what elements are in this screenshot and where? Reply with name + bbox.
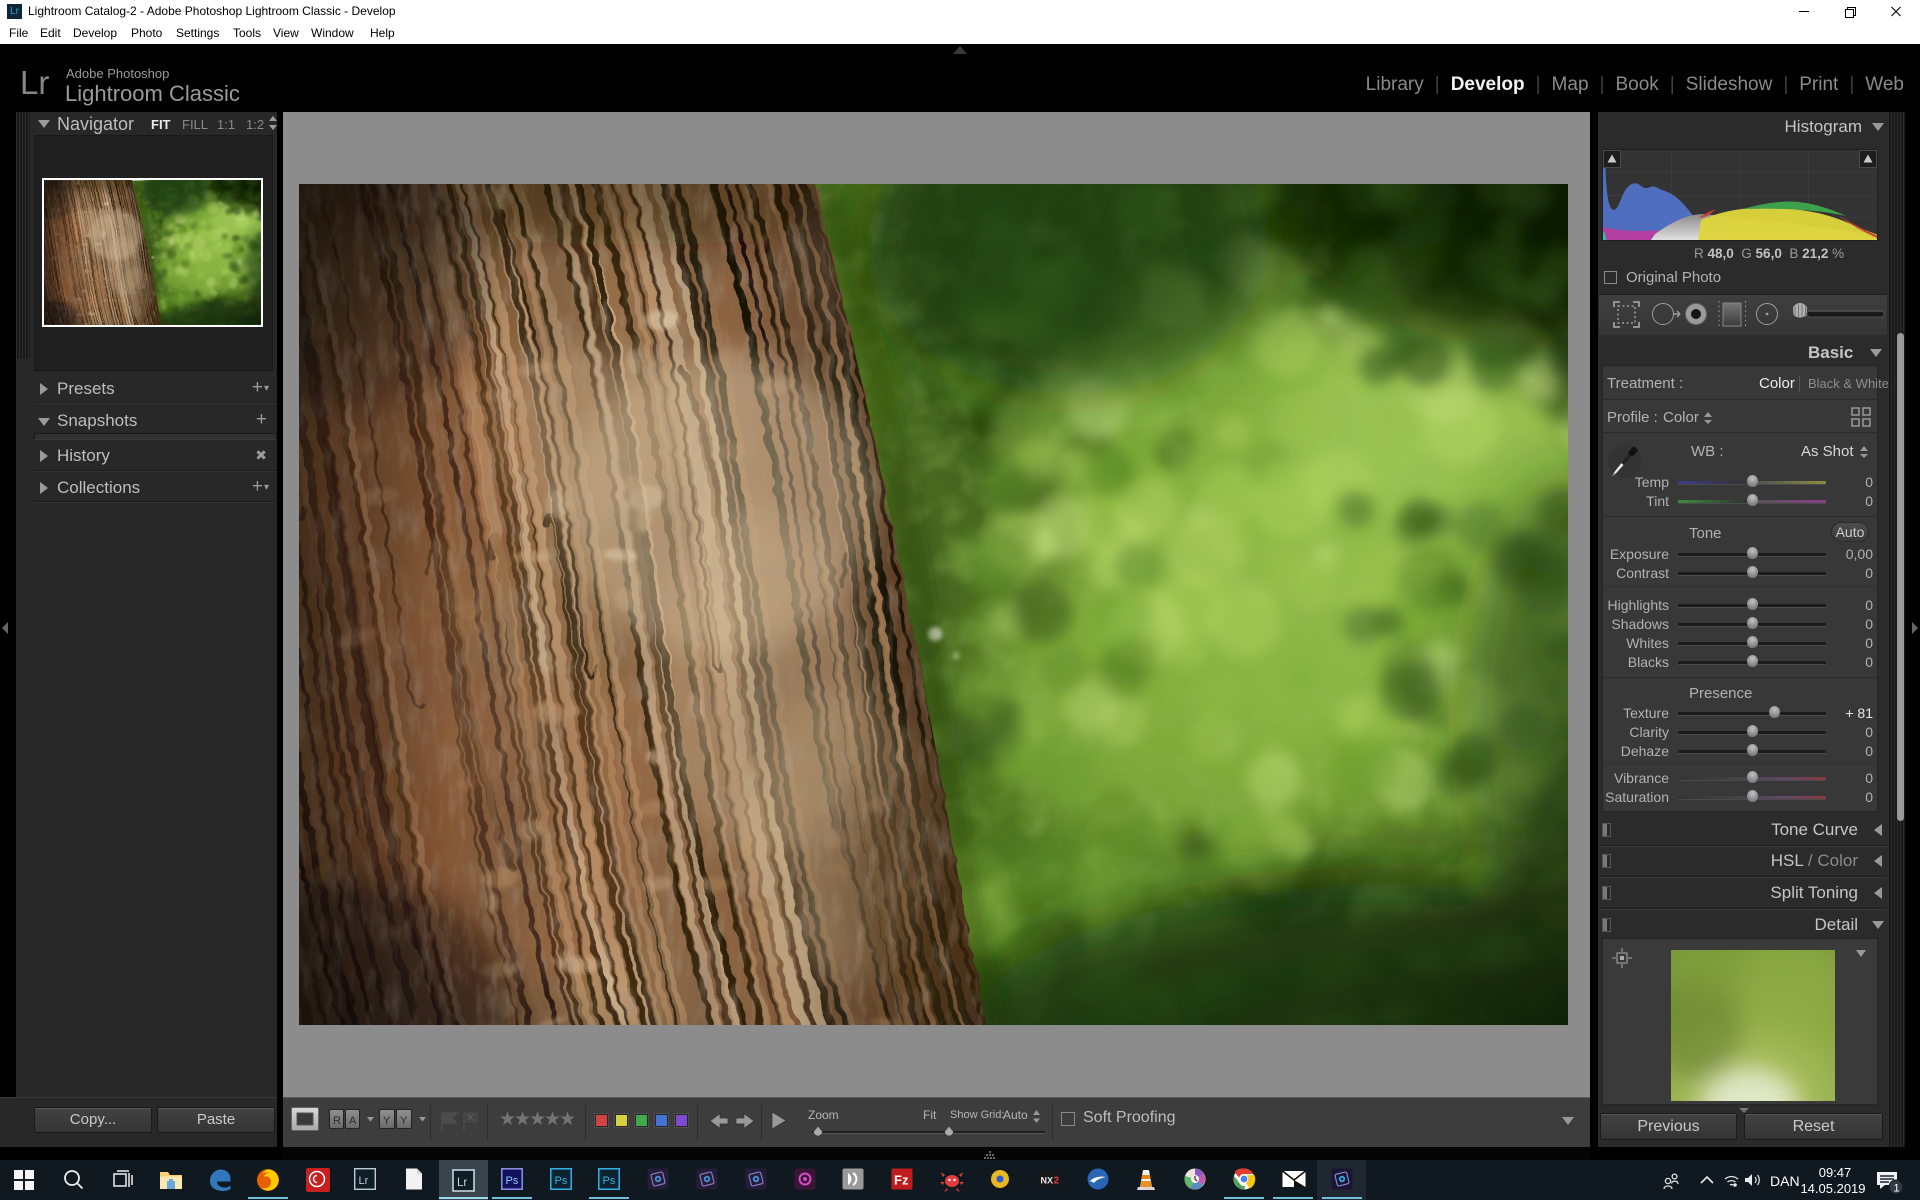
svg-text:Ps: Ps (555, 1175, 568, 1187)
svg-text:1: 1 (1894, 1183, 1900, 1195)
svg-text:Lr: Lr (457, 1177, 467, 1189)
svg-text:2: 2 (1054, 1176, 1060, 1187)
svg-text:Y: Y (400, 1115, 408, 1127)
svg-text:Fz: Fz (894, 1173, 909, 1188)
svg-text:Y: Y (383, 1115, 391, 1127)
svg-text:R: R (333, 1115, 341, 1127)
svg-text:NX: NX (1041, 1176, 1054, 1186)
svg-text:Ps: Ps (603, 1175, 616, 1187)
svg-text:A: A (349, 1115, 357, 1127)
svg-text:Lr: Lr (359, 1175, 369, 1187)
svg-text:Ps: Ps (506, 1175, 519, 1187)
